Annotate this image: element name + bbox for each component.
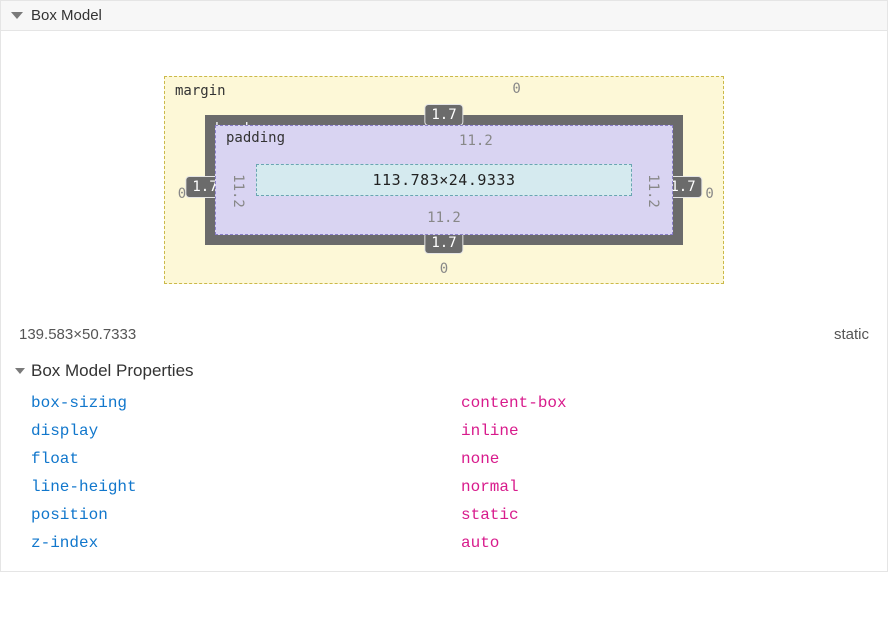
property-name: z-index bbox=[31, 534, 461, 552]
box-model-border-region[interactable]: border 1.7 1.7 1.7 1.7 padding 11.2 11.2… bbox=[205, 115, 683, 245]
property-value: none bbox=[461, 450, 499, 468]
chevron-down-icon bbox=[15, 368, 25, 374]
property-value: normal bbox=[461, 478, 519, 496]
property-row[interactable]: position static bbox=[31, 501, 869, 529]
padding-right-value[interactable]: 11.2 bbox=[645, 174, 661, 208]
chevron-down-icon bbox=[11, 12, 23, 19]
property-name: display bbox=[31, 422, 461, 440]
property-row[interactable]: box-sizing content-box bbox=[31, 389, 869, 417]
margin-top-value[interactable]: 0 bbox=[512, 81, 520, 97]
dimensions-row: 139.583×50.7333 static bbox=[1, 314, 887, 355]
margin-right-value[interactable]: 0 bbox=[705, 186, 713, 202]
property-name: float bbox=[31, 450, 461, 468]
property-value: inline bbox=[461, 422, 519, 440]
padding-left-value[interactable]: 11.2 bbox=[230, 174, 246, 208]
property-name: box-sizing bbox=[31, 394, 461, 412]
margin-bottom-value[interactable]: 0 bbox=[440, 261, 448, 277]
padding-top-value[interactable]: 11.2 bbox=[459, 133, 493, 149]
element-position-type: static bbox=[834, 326, 869, 343]
element-dimensions: 139.583×50.7333 bbox=[19, 326, 136, 343]
property-name: line-height bbox=[31, 478, 461, 496]
box-model-panel-header[interactable]: Box Model bbox=[1, 0, 887, 31]
properties-title: Box Model Properties bbox=[31, 361, 194, 381]
property-value: static bbox=[461, 506, 519, 524]
property-row[interactable]: float none bbox=[31, 445, 869, 473]
border-top-value[interactable]: 1.7 bbox=[424, 104, 463, 126]
property-row[interactable]: display inline bbox=[31, 417, 869, 445]
property-value: auto bbox=[461, 534, 499, 552]
content-dimensions: 113.783×24.9333 bbox=[373, 171, 516, 189]
box-model-content-region[interactable]: 113.783×24.9333 bbox=[256, 164, 632, 196]
border-bottom-value[interactable]: 1.7 bbox=[424, 232, 463, 254]
padding-label: padding bbox=[226, 130, 285, 146]
margin-label: margin bbox=[175, 83, 226, 99]
box-model-padding-region[interactable]: padding 11.2 11.2 11.2 11.2 113.783×24.9… bbox=[215, 125, 673, 235]
property-row[interactable]: z-index auto bbox=[31, 529, 869, 557]
panel-title: Box Model bbox=[31, 7, 102, 24]
box-model-margin-region[interactable]: margin 0 0 0 0 border 1.7 1.7 1.7 1.7 pa… bbox=[164, 76, 724, 284]
property-value: content-box bbox=[461, 394, 567, 412]
property-row[interactable]: line-height normal bbox=[31, 473, 869, 501]
property-name: position bbox=[31, 506, 461, 524]
properties-list: box-sizing content-box display inline fl… bbox=[1, 385, 887, 571]
padding-bottom-value[interactable]: 11.2 bbox=[427, 210, 461, 226]
box-model-properties-header[interactable]: Box Model Properties bbox=[1, 355, 887, 385]
box-model-diagram: margin 0 0 0 0 border 1.7 1.7 1.7 1.7 pa… bbox=[1, 31, 887, 314]
